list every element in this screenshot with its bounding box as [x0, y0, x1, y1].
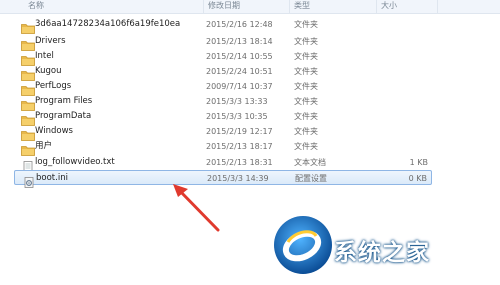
file-type: 文件夹 [294, 112, 318, 121]
file-row[interactable]: Windows 2015/2/19 12:17 文件夹 [14, 124, 432, 141]
file-date: 2015/2/13 18:31 [206, 158, 273, 167]
folder-icon [21, 111, 35, 126]
file-date: 2015/2/24 10:51 [206, 67, 273, 76]
file-row[interactable]: boot.ini 2015/3/3 14:39 配置设置 0 KB [14, 170, 432, 188]
file-type: 文件夹 [294, 37, 318, 46]
file-name: boot.ini [36, 173, 68, 183]
file-date: 2015/2/16 12:48 [206, 20, 273, 29]
folder-icon [21, 51, 35, 66]
file-name: Intel [35, 51, 54, 61]
file-row[interactable]: PerfLogs 2009/7/14 10:37 文件夹 [14, 79, 432, 96]
column-header-date[interactable]: 修改日期 [204, 0, 288, 13]
file-name: Windows [35, 126, 73, 136]
file-date: 2015/3/3 13:33 [206, 97, 268, 106]
file-type: 文件夹 [294, 82, 318, 91]
settings-file-icon [22, 173, 36, 188]
file-date: 2015/3/3 10:35 [206, 112, 268, 121]
column-header-name[interactable]: 名称 [24, 0, 184, 13]
folder-icon [21, 141, 35, 156]
folder-icon [21, 96, 35, 111]
column-header-size[interactable]: 大小 [377, 0, 437, 13]
text-file-icon [21, 157, 35, 172]
file-row[interactable]: log_followvideo.txt 2015/2/13 18:31 文本文档 1 … [14, 155, 432, 172]
file-date: 2009/7/14 10:37 [206, 82, 273, 91]
file-row[interactable]: 3d6aa14728234a106f6a19fe10ea 2015/2/16 12… [14, 17, 432, 34]
file-name: log_followvideo.txt [35, 157, 115, 167]
file-type: 文件夹 [294, 20, 318, 29]
file-row[interactable]: Kugou 2015/2/24 10:51 文件夹 [14, 64, 432, 81]
column-divider[interactable] [437, 0, 438, 13]
file-name: 用户 [35, 141, 53, 151]
file-name: 3d6aa14728234a106f6a19fe10ea [35, 19, 181, 29]
file-type: 文本文档 [294, 158, 326, 167]
file-name: Program Files [35, 96, 93, 106]
column-header-bar: 名称 修改日期 类型 大小 [0, 0, 500, 14]
folder-icon [21, 81, 35, 96]
file-type: 文件夹 [294, 52, 318, 61]
file-row[interactable]: 用户 2015/2/13 18:17 文件夹 [14, 139, 432, 156]
file-row[interactable]: ProgramData 2015/3/3 10:35 文件夹 [14, 109, 432, 126]
file-date: 2015/2/14 10:55 [206, 52, 273, 61]
folder-icon [21, 66, 35, 81]
folder-icon [21, 19, 35, 34]
file-date: 2015/2/19 12:17 [206, 127, 273, 136]
column-header-type[interactable]: 类型 [290, 0, 376, 13]
file-type: 文件夹 [294, 142, 318, 151]
file-name: ProgramData [35, 111, 92, 121]
file-type: 文件夹 [294, 67, 318, 76]
file-type: 文件夹 [294, 127, 318, 136]
red-arrow-annotation [173, 184, 220, 232]
file-row[interactable]: Intel 2015/2/14 10:55 文件夹 [14, 49, 432, 66]
file-row[interactable]: Drivers 2015/2/13 18:14 文件夹 [14, 34, 432, 51]
watermark-text: 系统之家 [334, 239, 430, 266]
file-size: 1 KB [409, 158, 428, 167]
file-row[interactable]: Program Files 2015/3/3 13:33 文件夹 [14, 94, 432, 111]
folder-icon [21, 36, 35, 51]
file-date: 2015/2/13 18:17 [206, 142, 273, 151]
file-name: Drivers [35, 36, 66, 46]
file-size: 0 KB [408, 174, 427, 183]
file-name: PerfLogs [35, 81, 72, 91]
file-name: Kugou [35, 66, 62, 76]
folder-icon [21, 126, 35, 141]
file-type: 文件夹 [294, 97, 318, 106]
file-date: 2015/2/13 18:14 [206, 37, 273, 46]
file-type: 配置设置 [295, 174, 327, 183]
